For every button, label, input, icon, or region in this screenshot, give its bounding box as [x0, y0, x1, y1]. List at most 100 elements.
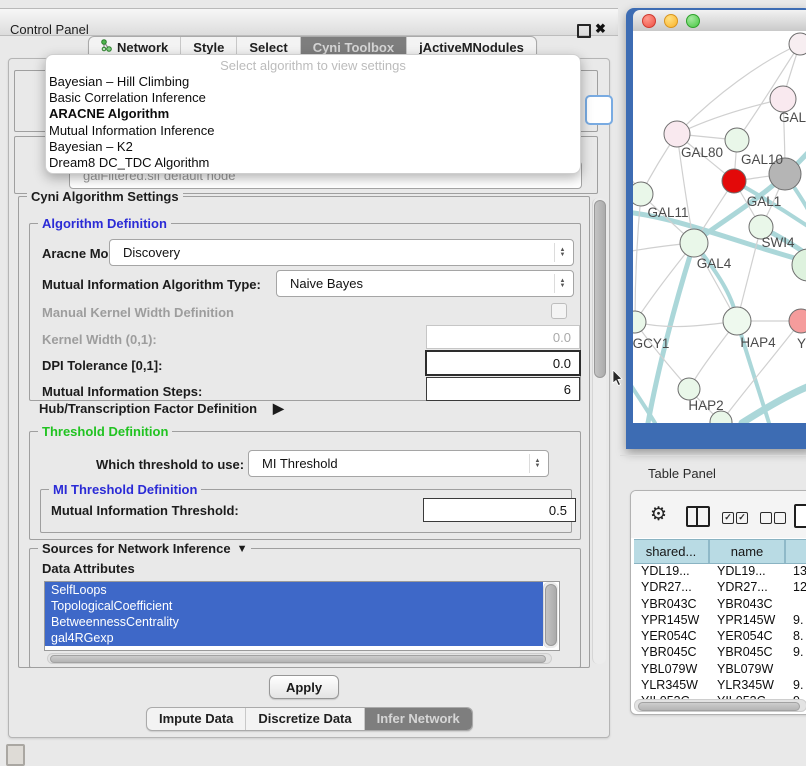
float-window-icon[interactable] — [577, 24, 591, 38]
network-node[interactable] — [678, 378, 700, 400]
network-node[interactable] — [633, 182, 653, 206]
network-node[interactable] — [680, 229, 708, 257]
deselect-all-checkbox-icon[interactable] — [760, 512, 772, 524]
spinner-arrows-icon[interactable]: ▲▼ — [554, 274, 570, 293]
table-cell[interactable] — [786, 661, 806, 677]
attr-list-vscrollbar[interactable] — [543, 582, 558, 648]
settings-vscrollbar[interactable] — [592, 198, 606, 664]
settings-vscroll-thumb[interactable] — [594, 200, 606, 378]
attr-list-hscroll-thumb[interactable] — [50, 655, 546, 663]
table-hscroll-thumb[interactable] — [638, 702, 800, 711]
table-cell[interactable]: YBR045C — [710, 644, 786, 660]
table-row[interactable]: YLR345WYLR345W9. — [634, 677, 806, 693]
data-attributes-list[interactable]: SelfLoopsTopologicalCoefficientBetweenne… — [44, 581, 560, 651]
attribute-item-gal4rgexp[interactable]: gal4RGexp — [45, 630, 543, 646]
algorithm-option-aracne-algorithm[interactable]: ARACNE Algorithm — [49, 106, 577, 122]
table-cell[interactable]: YPR145W — [634, 612, 710, 628]
manual-kernel-width-checkbox[interactable] — [551, 303, 567, 319]
table-cell[interactable]: YDR27... — [634, 579, 710, 595]
select-all-checkbox-icon[interactable]: ✓ — [722, 512, 734, 524]
bottom-tab-infer-network[interactable]: Infer Network — [365, 708, 472, 730]
table-cell[interactable]: 13 — [786, 563, 806, 579]
table-cell[interactable]: YBL079W — [710, 661, 786, 677]
close-panel-icon[interactable]: ✖ — [595, 21, 606, 37]
network-node[interactable] — [633, 311, 646, 333]
table-cell[interactable]: 12 — [786, 579, 806, 595]
network-view-canvas[interactable]: GALGAL80GAL10GAL1GAL11GAL4SWI4GCY1HAP4YH… — [633, 31, 806, 423]
new-table-icon[interactable] — [794, 504, 806, 528]
corner-widget-icon[interactable] — [6, 744, 25, 766]
table-cell[interactable]: YPR145W — [710, 612, 786, 628]
algorithm-option-mutual-information-inference[interactable]: Mutual Information Inference — [49, 123, 577, 139]
algorithm-option-dream8-dc-tdc-algorithm[interactable]: Dream8 DC_TDC Algorithm — [49, 155, 577, 171]
table-cell[interactable]: 8. — [786, 628, 806, 644]
table-cell[interactable]: YER054C — [710, 628, 786, 644]
table-cell[interactable]: YDL19... — [634, 563, 710, 579]
network-node[interactable] — [789, 309, 806, 333]
network-node[interactable] — [792, 249, 806, 281]
spinner-arrows-icon[interactable]: ▲▼ — [529, 454, 545, 473]
dpi-tolerance-field[interactable]: 0.0 — [425, 350, 581, 376]
network-node[interactable] — [770, 86, 796, 112]
attribute-item-topologicalcoefficient[interactable]: TopologicalCoefficient — [45, 598, 543, 614]
table-settings-gear-icon[interactable]: ⚙ — [650, 503, 667, 526]
mi-steps-field[interactable]: 6 — [426, 377, 580, 401]
algorithm-option-basic-correlation-inference[interactable]: Basic Correlation Inference — [49, 90, 577, 106]
collapse-down-arrow-icon[interactable]: ▼ — [237, 543, 248, 555]
attribute-item-betweennesscentrality[interactable]: BetweennessCentrality — [45, 614, 543, 630]
table-row[interactable]: YPR145WYPR145W9. — [634, 612, 806, 628]
table-cell[interactable]: YDL19... — [710, 563, 786, 579]
table-cell[interactable]: YDR27... — [710, 579, 786, 595]
expand-right-arrow-icon[interactable]: ▶ — [273, 400, 284, 417]
bottom-tab-impute-data[interactable]: Impute Data — [147, 708, 246, 730]
deselect-all-checkbox-icon[interactable] — [774, 512, 786, 524]
network-node[interactable] — [725, 128, 749, 152]
attr-list-vscroll-thumb[interactable] — [545, 584, 557, 646]
bottom-tab-discretize-data[interactable]: Discretize Data — [246, 708, 364, 730]
network-window-titlebar[interactable] — [633, 10, 806, 32]
column-header-name[interactable]: name — [710, 540, 786, 563]
network-node[interactable] — [723, 307, 751, 335]
column-header-cut[interactable] — [786, 540, 806, 563]
apply-button[interactable]: Apply — [269, 675, 339, 699]
table-row[interactable]: YDR27...YDR27...12 — [634, 579, 806, 595]
spinner-arrows-icon[interactable]: ▲▼ — [554, 243, 570, 262]
window-close-icon[interactable] — [642, 14, 656, 28]
table-cell[interactable]: 9. — [786, 677, 806, 693]
table-row[interactable]: YER054CYER054C8. — [634, 628, 806, 644]
table-row[interactable]: YBL079WYBL079W — [634, 661, 806, 677]
kernel-width-field[interactable]: 0.0 — [426, 325, 580, 349]
focused-field[interactable] — [585, 95, 613, 125]
table-cell[interactable]: YBR043C — [634, 596, 710, 612]
mouse-cursor-icon — [612, 370, 624, 386]
table-cell[interactable]: YBR045C — [634, 644, 710, 660]
algorithm-option-bayesian-hill-climbing[interactable]: Bayesian – Hill Climbing — [49, 74, 577, 90]
network-node[interactable] — [664, 121, 690, 147]
table-hscrollbar[interactable] — [634, 699, 806, 712]
network-node[interactable] — [789, 33, 806, 55]
table-cell[interactable]: YER054C — [634, 628, 710, 644]
which-threshold-combo[interactable]: MI Threshold ▲▼ — [248, 450, 549, 477]
table-row[interactable]: YDL19...YDL19...13 — [634, 563, 806, 579]
mi-threshold-field[interactable]: 0.5 — [423, 498, 576, 522]
network-node[interactable] — [722, 169, 746, 193]
table-cell[interactable]: 9. — [786, 644, 806, 660]
mi-algorithm-type-combo[interactable]: Naive Bayes ▲▼ — [276, 270, 574, 297]
table-cell[interactable]: YLR345W — [634, 677, 710, 693]
window-minimize-icon[interactable] — [664, 14, 678, 28]
table-row[interactable]: YBR043CYBR043C — [634, 596, 806, 612]
window-zoom-icon[interactable] — [686, 14, 700, 28]
attribute-item-selfloops[interactable]: SelfLoops — [45, 582, 543, 598]
table-cell[interactable] — [786, 596, 806, 612]
table-cell[interactable]: YLR345W — [710, 677, 786, 693]
aracne-mode-combo[interactable]: Discovery ▲▼ — [109, 239, 574, 266]
algorithm-option-bayesian-k2[interactable]: Bayesian – K2 — [49, 139, 577, 155]
column-header-shared-[interactable]: shared... — [634, 540, 710, 563]
select-all-checkbox-icon[interactable]: ✓ — [736, 512, 748, 524]
table-cell[interactable]: 9. — [786, 612, 806, 628]
split-columns-icon[interactable] — [686, 506, 710, 527]
table-cell[interactable]: YBL079W — [634, 661, 710, 677]
table-cell[interactable]: YBR043C — [710, 596, 786, 612]
attr-list-hscrollbar[interactable] — [47, 653, 552, 664]
table-row[interactable]: YBR045CYBR045C9. — [634, 644, 806, 660]
